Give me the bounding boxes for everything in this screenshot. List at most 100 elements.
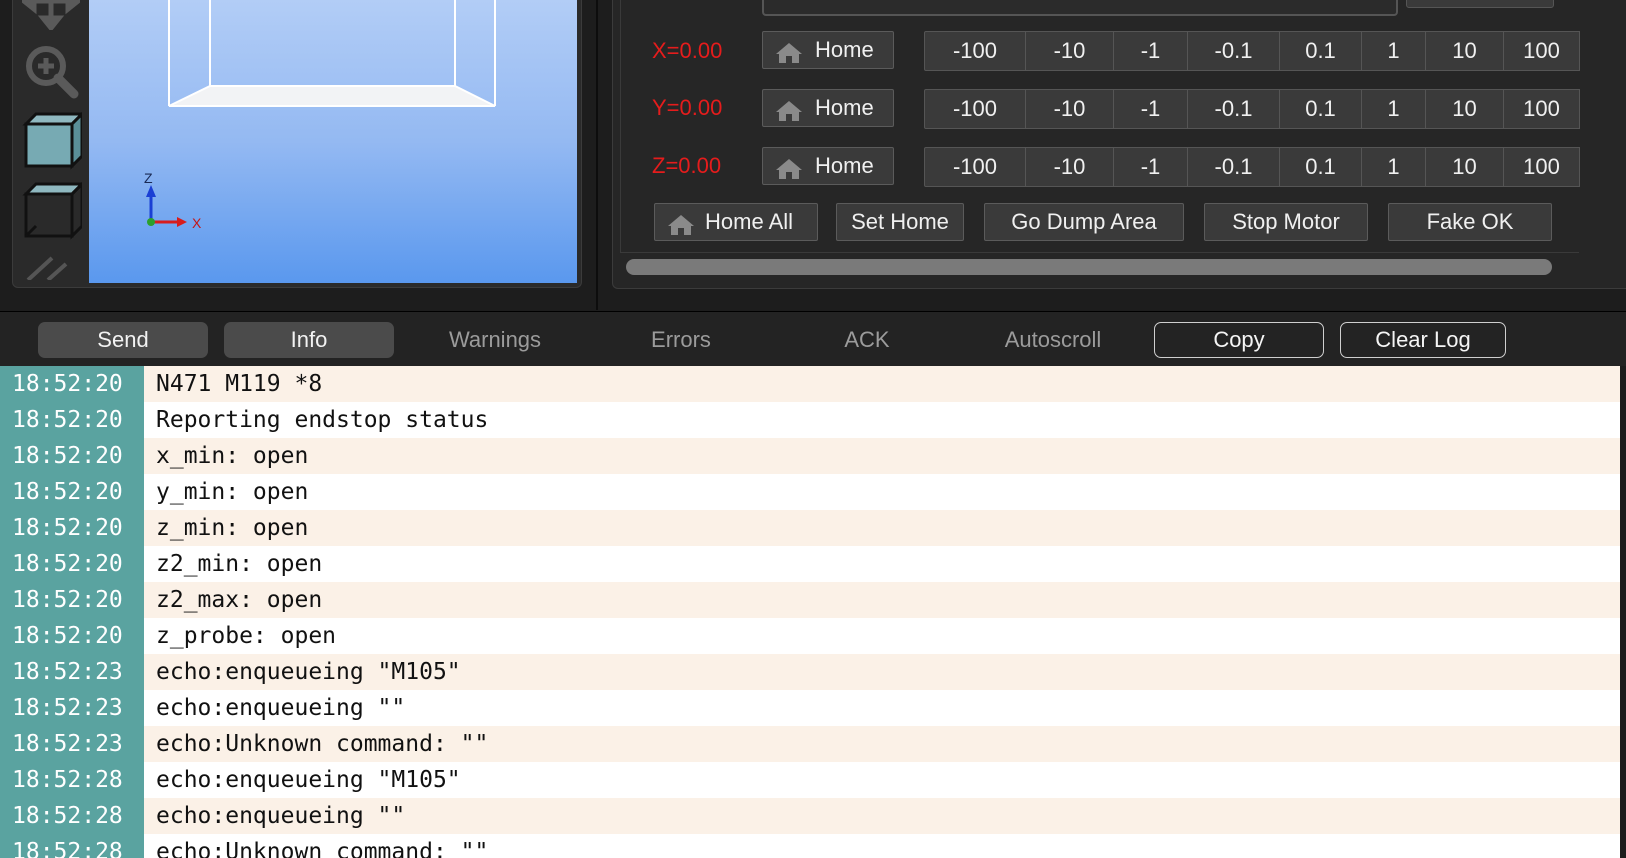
log-message: z_min: open	[144, 510, 1620, 546]
solid-view-icon[interactable]	[22, 110, 86, 170]
log-timestamp: 18:52:28	[0, 798, 144, 834]
home-z-label: Home	[815, 153, 874, 178]
y-step-buttons: -100 -10 -1 -0.1 0.1 1 10 100	[924, 89, 1580, 129]
x-step-minus-1[interactable]: -1	[1114, 31, 1188, 71]
log-message: z2_min: open	[144, 546, 1620, 582]
z-step-minus-100[interactable]: -100	[924, 147, 1026, 187]
panel-splitter[interactable]	[596, 0, 598, 310]
log-list[interactable]: 18:52:20 N471 M119 *8 18:52:20 Reporting en…	[0, 366, 1620, 858]
z-step-minus-0-1[interactable]: -0.1	[1188, 147, 1280, 187]
home-all-button[interactable]: Home All	[654, 203, 818, 241]
y-step-1[interactable]: 1	[1362, 89, 1426, 129]
z-step-1[interactable]: 1	[1362, 147, 1426, 187]
log-row: 18:52:23 echo:Unknown command: ""	[0, 726, 1620, 762]
horizontal-scrollbar[interactable]	[626, 259, 1552, 275]
log-row: 18:52:20 z_probe: open	[0, 618, 1620, 654]
log-edge	[1620, 366, 1626, 858]
log-timestamp: 18:52:20	[0, 366, 144, 402]
log-toolbar: Send Info Warnings Errors ACK Autoscroll…	[0, 311, 1626, 366]
z-step-buttons: -100 -10 -1 -0.1 0.1 1 10 100	[924, 147, 1580, 187]
wireframe-view-icon[interactable]	[22, 180, 86, 240]
log-timestamp: 18:52:20	[0, 582, 144, 618]
3d-viewport[interactable]: Z X	[89, 0, 577, 283]
log-timestamp: 18:52:28	[0, 762, 144, 798]
home-y-button[interactable]: Home	[762, 89, 894, 127]
log-message: echo:enqueueing ""	[144, 798, 1620, 834]
x-step-1[interactable]: 1	[1362, 31, 1426, 71]
z-step-10[interactable]: 10	[1426, 147, 1504, 187]
log-timestamp: 18:52:23	[0, 690, 144, 726]
stop-motor-button[interactable]: Stop Motor	[1204, 203, 1368, 241]
home-x-label: Home	[815, 37, 874, 62]
y-step-minus-10[interactable]: -10	[1026, 89, 1114, 129]
tab-warnings[interactable]: Warnings	[410, 322, 580, 358]
log-row: 18:52:23 echo:enqueueing ""	[0, 690, 1620, 726]
log-message: echo:Unknown command: ""	[144, 726, 1620, 762]
tab-errors[interactable]: Errors	[596, 322, 766, 358]
z-axis-label: Z	[144, 170, 153, 186]
log-message: echo:enqueueing ""	[144, 690, 1620, 726]
clear-log-button[interactable]: Clear Log	[1340, 322, 1506, 358]
log-timestamp: 18:52:23	[0, 654, 144, 690]
log-row: 18:52:28 echo:enqueueing "M105"	[0, 762, 1620, 798]
y-position-label: Y=0.00	[652, 95, 723, 120]
y-step-minus-1[interactable]: -1	[1114, 89, 1188, 129]
y-step-minus-0-1[interactable]: -0.1	[1188, 89, 1280, 129]
home-all-label: Home All	[705, 209, 794, 234]
fake-ok-button[interactable]: Fake OK	[1388, 203, 1552, 241]
y-step-10[interactable]: 10	[1426, 89, 1504, 129]
x-step-minus-100[interactable]: -100	[924, 31, 1026, 71]
z-step-minus-1[interactable]: -1	[1114, 147, 1188, 187]
home-z-button[interactable]: Home	[762, 147, 894, 185]
command-field[interactable]	[762, 0, 1398, 16]
copy-button[interactable]: Copy	[1154, 322, 1324, 358]
move-icon[interactable]	[19, 0, 83, 33]
log-row: 18:52:28 echo:enqueueing ""	[0, 798, 1620, 834]
log-row: 18:52:23 echo:enqueueing "M105"	[0, 654, 1620, 690]
slash-icon[interactable]	[22, 250, 80, 308]
log-message: z2_max: open	[144, 582, 1620, 618]
log-row: 18:52:20 Reporting endstop status	[0, 402, 1620, 438]
log-timestamp: 18:52:28	[0, 834, 144, 858]
tab-info[interactable]: Info	[224, 322, 394, 358]
home-y-label: Home	[815, 95, 874, 120]
x-step-0-1[interactable]: 0.1	[1280, 31, 1362, 71]
y-step-minus-100[interactable]: -100	[924, 89, 1026, 129]
x-step-100[interactable]: 100	[1504, 31, 1580, 71]
home-icon	[667, 211, 695, 235]
x-axis-label: X	[192, 215, 202, 231]
x-step-minus-10[interactable]: -10	[1026, 31, 1114, 71]
z-step-100[interactable]: 100	[1504, 147, 1580, 187]
zoom-in-icon[interactable]	[22, 42, 80, 100]
go-dump-area-button[interactable]: Go Dump Area	[984, 203, 1184, 241]
tab-send[interactable]: Send	[38, 322, 208, 358]
log-row: 18:52:20 z2_min: open	[0, 546, 1620, 582]
tab-autoscroll[interactable]: Autoscroll	[968, 322, 1138, 358]
log-message: Reporting endstop status	[144, 402, 1620, 438]
log-timestamp: 18:52:20	[0, 474, 144, 510]
set-home-button[interactable]: Set Home	[836, 203, 964, 241]
command-send-button[interactable]	[1406, 0, 1554, 8]
home-icon	[775, 97, 803, 121]
log-row: 18:52:20 z2_max: open	[0, 582, 1620, 618]
home-icon	[775, 155, 803, 179]
x-step-minus-0-1[interactable]: -0.1	[1188, 31, 1280, 71]
z-position-label: Z=0.00	[652, 153, 722, 178]
log-row: 18:52:20 N471 M119 *8	[0, 366, 1620, 402]
x-step-10[interactable]: 10	[1426, 31, 1504, 71]
home-icon	[775, 39, 803, 63]
log-timestamp: 18:52:23	[0, 726, 144, 762]
z-step-minus-10[interactable]: -10	[1026, 147, 1114, 187]
log-message: echo:enqueueing "M105"	[144, 654, 1620, 690]
home-x-button[interactable]: Home	[762, 31, 894, 69]
y-step-0-1[interactable]: 0.1	[1280, 89, 1362, 129]
log-message: x_min: open	[144, 438, 1620, 474]
log-row: 18:52:20 x_min: open	[0, 438, 1620, 474]
log-message: echo:enqueueing "M105"	[144, 762, 1620, 798]
tab-ack[interactable]: ACK	[782, 322, 952, 358]
log-row: 18:52:20 z_min: open	[0, 510, 1620, 546]
log-message: y_min: open	[144, 474, 1620, 510]
log-timestamp: 18:52:20	[0, 546, 144, 582]
z-step-0-1[interactable]: 0.1	[1280, 147, 1362, 187]
y-step-100[interactable]: 100	[1504, 89, 1580, 129]
